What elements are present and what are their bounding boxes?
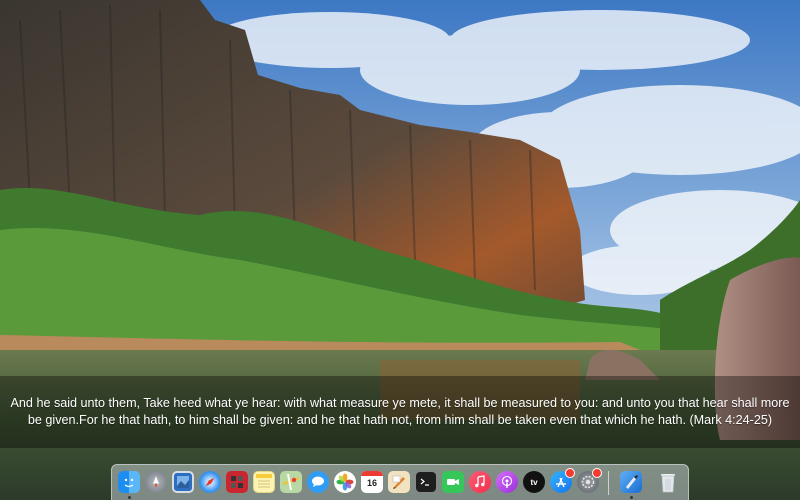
music-icon[interactable] bbox=[469, 471, 491, 493]
terminal-icon[interactable] bbox=[415, 471, 437, 493]
messages-icon[interactable] bbox=[307, 471, 329, 493]
finder-running-indicator bbox=[128, 496, 131, 499]
calendar-header bbox=[361, 471, 383, 476]
verse-text: And he said unto them, Take heed what ye… bbox=[10, 396, 790, 427]
system-preferences-icon[interactable] bbox=[577, 468, 602, 493]
photo-booth-icon[interactable] bbox=[226, 471, 248, 493]
calendar-icon[interactable]: 16 bbox=[361, 471, 383, 493]
preview-icon[interactable] bbox=[172, 471, 194, 493]
trash-icon[interactable] bbox=[657, 471, 679, 493]
xcode-icon[interactable] bbox=[620, 471, 642, 493]
verse-overlay: And he said unto them, Take heed what ye… bbox=[0, 376, 800, 448]
apple-tv-label: tv bbox=[530, 477, 538, 487]
app-store-notification-badge bbox=[565, 468, 575, 478]
photos-icon[interactable] bbox=[334, 471, 356, 493]
dock-separator bbox=[608, 471, 609, 495]
launchpad-icon[interactable] bbox=[145, 471, 167, 493]
system-preferences-notification-badge bbox=[592, 468, 602, 478]
dock: 16 tv bbox=[111, 464, 689, 500]
finder-icon[interactable] bbox=[118, 471, 140, 493]
facetime-icon[interactable] bbox=[442, 471, 464, 493]
notes-icon[interactable] bbox=[253, 471, 275, 493]
app-store-icon[interactable] bbox=[550, 468, 575, 493]
xcode-running-indicator bbox=[630, 496, 633, 499]
sketch-icon[interactable] bbox=[388, 471, 410, 493]
maps-icon[interactable] bbox=[280, 471, 302, 493]
apple-tv-icon[interactable]: tv bbox=[523, 471, 545, 493]
safari-icon[interactable] bbox=[199, 471, 221, 493]
podcasts-icon[interactable] bbox=[496, 471, 518, 493]
calendar-date: 16 bbox=[366, 478, 377, 488]
